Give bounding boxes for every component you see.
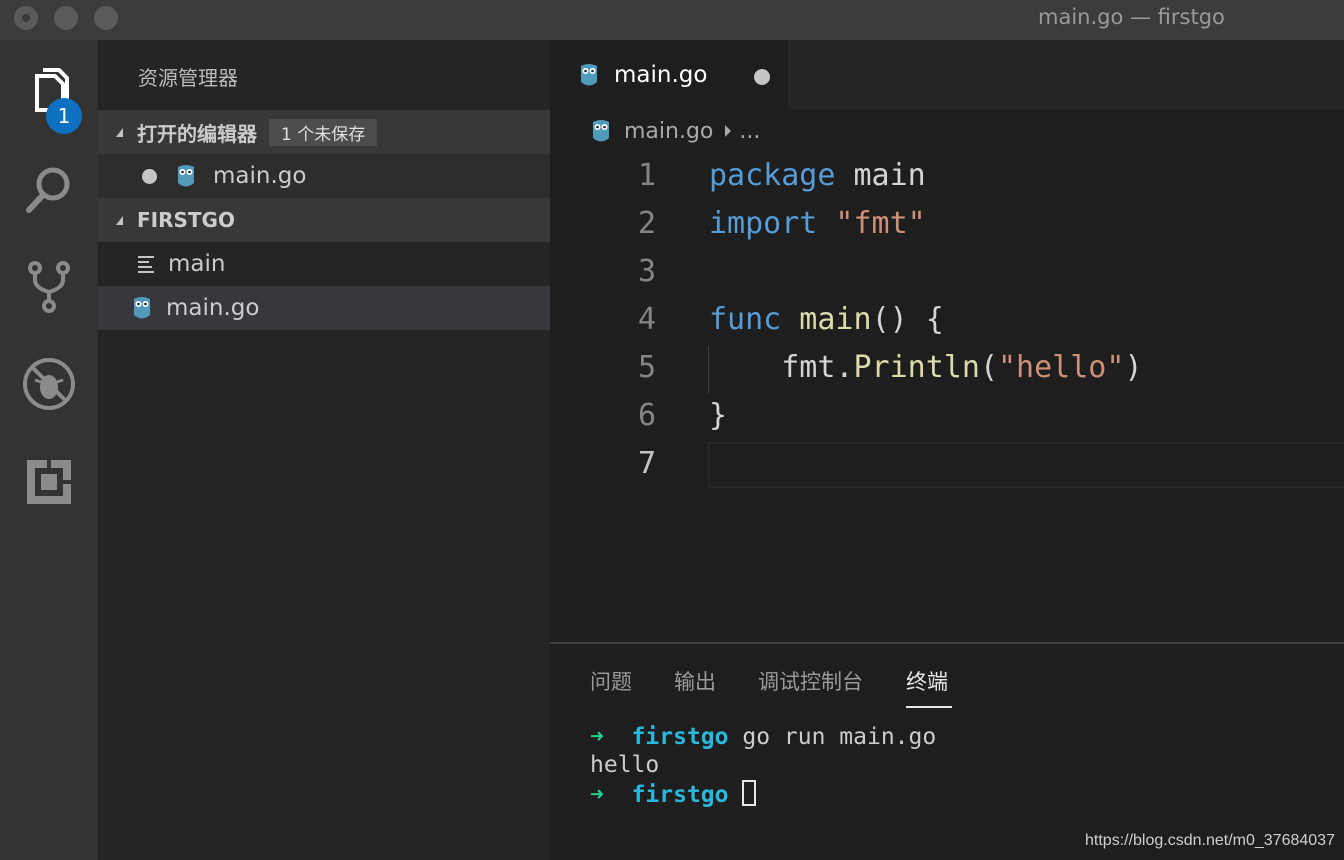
code-line-5: fmt.Println("hello") [709, 350, 1143, 385]
go-file-icon [134, 297, 150, 319]
open-editors-label: 打开的编辑器 [137, 121, 257, 146]
terminal-line-1: ➜ firstgo go run main.go [590, 724, 937, 750]
line-number: 2 [637, 206, 656, 241]
code-line-2: import "fmt" [709, 206, 926, 241]
current-line-highlight [708, 442, 1344, 488]
open-editors-section[interactable]: 打开的编辑器 1 个未保存 [98, 110, 550, 154]
go-file-icon [178, 165, 194, 187]
terminal-line-2: hello [590, 752, 660, 778]
folder-label: FIRSTGO [137, 208, 235, 232]
tab-debug-console[interactable]: 调试控制台 [758, 666, 863, 696]
sidebar-title: 资源管理器 [138, 66, 238, 90]
go-file-icon [593, 120, 609, 142]
close-window-button[interactable] [14, 6, 38, 30]
folder-section[interactable]: FIRSTGO [98, 198, 550, 242]
active-tab-indicator [906, 706, 952, 708]
chevron-down-icon [116, 127, 123, 137]
tab-problems[interactable]: 问题 [590, 666, 632, 696]
open-editor-item[interactable]: main.go [98, 154, 550, 198]
window-title: main.go — firstgo [1038, 5, 1225, 29]
unsaved-badge: 1 个未保存 [269, 118, 378, 146]
file-tree-item[interactable]: main [98, 242, 550, 286]
search-activity[interactable] [0, 142, 98, 238]
terminal-line-3[interactable]: ➜ firstgo [590, 780, 757, 808]
title-bar: main.go — firstgo [0, 0, 1344, 40]
source-control-activity[interactable] [0, 238, 98, 334]
go-file-icon [581, 64, 597, 86]
chevron-down-icon [116, 215, 123, 225]
breadcrumb-more[interactable]: ... [739, 119, 760, 144]
maximize-window-button[interactable] [94, 6, 118, 30]
prompt-arrow-icon: ➜ [590, 724, 604, 750]
chevron-right-icon [725, 125, 732, 137]
explorer-activity[interactable]: 1 [0, 46, 98, 142]
line-number: 4 [637, 302, 656, 337]
code-line-1: package main [709, 158, 926, 193]
unsaved-dot-icon[interactable] [142, 168, 157, 184]
activity-bar: 1 [0, 40, 98, 860]
open-editor-filename: main.go [213, 163, 307, 189]
text-file-icon [138, 256, 154, 273]
code-line-6: } [709, 398, 728, 433]
file-tree-item-label: main [168, 251, 226, 277]
file-tree-item-selected[interactable]: main.go [98, 286, 550, 330]
source-control-icon [28, 261, 70, 313]
tab-label: main.go [614, 62, 708, 88]
tab-output[interactable]: 输出 [674, 666, 716, 696]
editor-tab-bar: main.go [550, 40, 1344, 110]
line-number: 5 [637, 350, 656, 385]
line-number: 3 [637, 254, 656, 289]
editor-tab-main-go[interactable]: main.go [550, 40, 788, 110]
search-icon [26, 167, 70, 213]
unsaved-count-badge: 1 [46, 98, 82, 134]
extensions-activity[interactable] [0, 434, 98, 530]
line-number-current: 7 [637, 446, 656, 481]
breadcrumb: main.go ... [590, 118, 760, 144]
unsaved-dot-icon[interactable] [754, 69, 770, 85]
explorer-sidebar: 资源管理器 打开的编辑器 1 个未保存 main.go FIRSTGO main [98, 40, 550, 860]
extensions-icon [27, 460, 71, 504]
debug-icon [23, 358, 75, 410]
line-number: 6 [637, 398, 656, 433]
code-line-4: func main() { [709, 302, 944, 337]
breadcrumb-file[interactable]: main.go [624, 119, 713, 144]
bottom-panel: 问题 输出 调试控制台 终端 ➜ firstgo go run main.go … [550, 642, 1344, 860]
prompt-arrow-icon: ➜ [590, 782, 604, 808]
code-editor[interactable]: main.go ... 1 2 3 4 5 6 7 package main i… [550, 110, 1344, 642]
watermark: https://blog.csdn.net/m0_37684037 [1085, 832, 1335, 849]
debug-activity[interactable] [0, 336, 98, 432]
terminal-cursor [742, 780, 757, 806]
line-number: 1 [637, 158, 656, 193]
file-tree-item-label: main.go [166, 295, 260, 321]
minimize-window-button[interactable] [54, 6, 78, 30]
tab-terminal[interactable]: 终端 [906, 666, 948, 696]
